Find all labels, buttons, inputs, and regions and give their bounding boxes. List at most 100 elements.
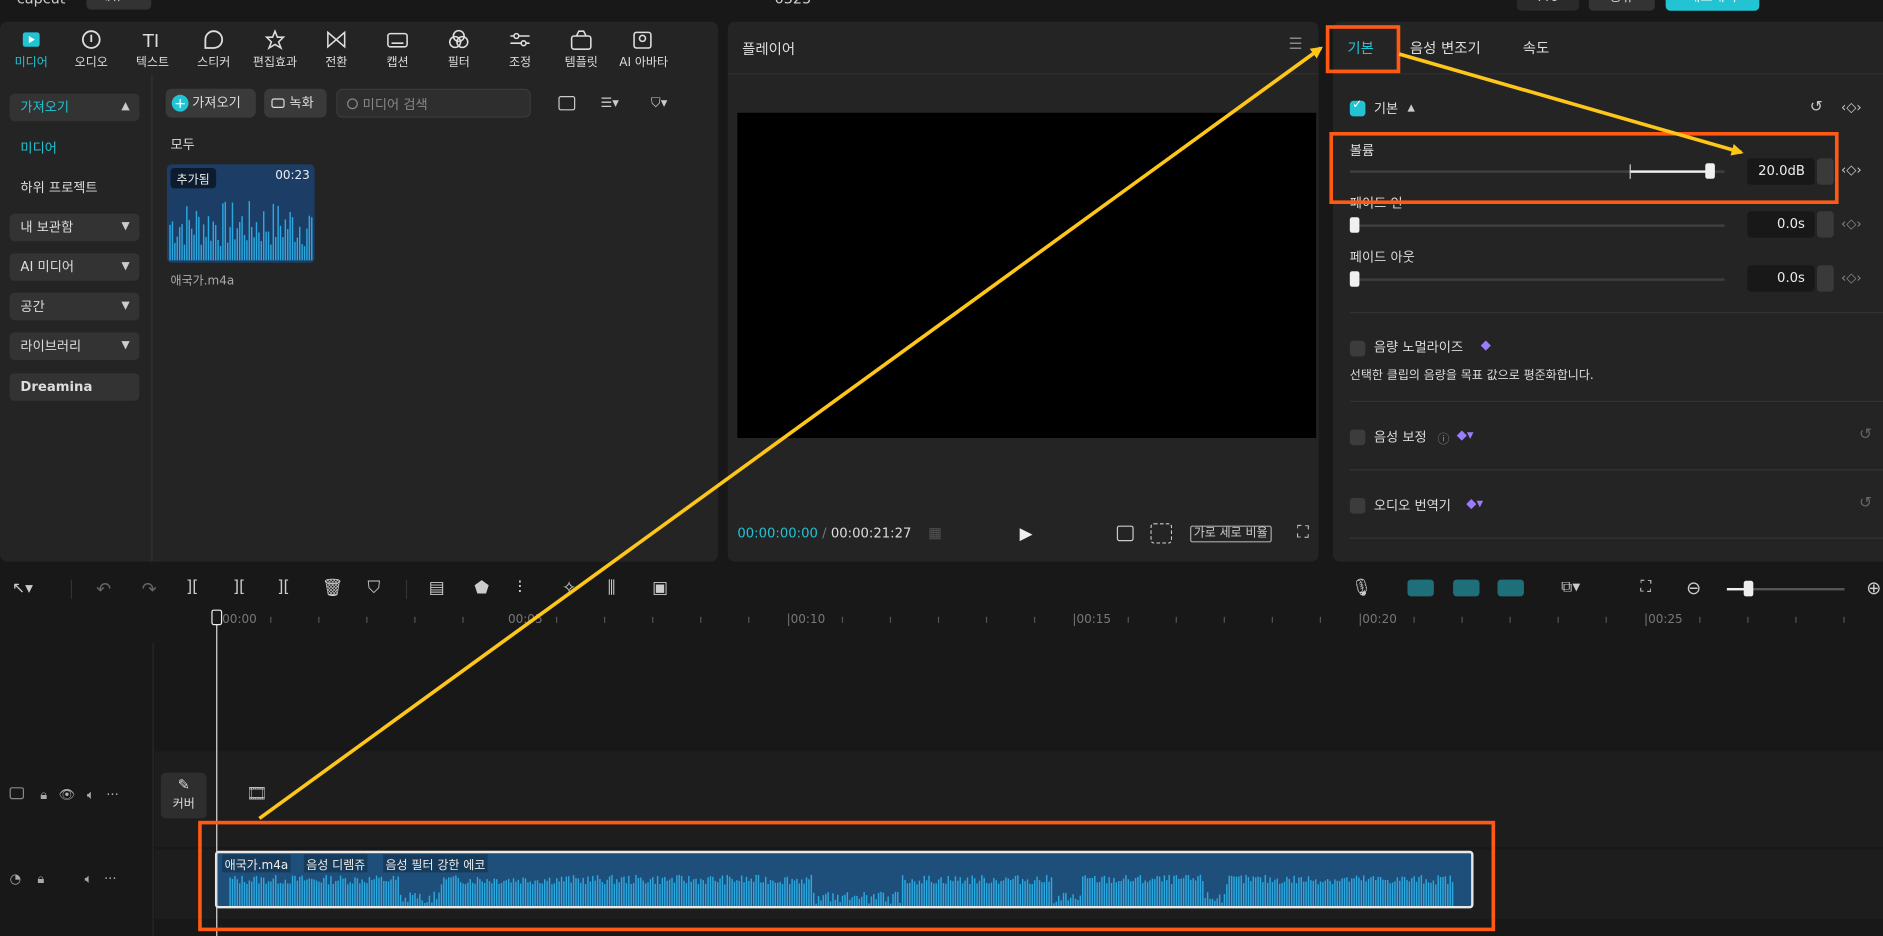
equalizer-icon[interactable]: ⫶ (518, 578, 522, 597)
fullscreen-icon[interactable]: ⛶ (1297, 523, 1309, 542)
media-thumbnail[interactable]: 추가됨 00:23 (166, 164, 315, 263)
audio-split-icon[interactable]: ⫼ (608, 578, 616, 597)
reset-icon[interactable]: ↺ (1810, 98, 1823, 116)
marker-icon[interactable]: ⬟ (474, 578, 489, 597)
fade-in-slider-track[interactable] (1349, 224, 1725, 227)
search-icon (347, 98, 358, 110)
help-icon[interactable]: ⓘ (1437, 428, 1449, 446)
fade-out-keyframe-icon[interactable]: ‹◇› (1841, 270, 1862, 286)
zoom-out-icon[interactable]: ⊖ (1686, 577, 1701, 599)
fade-in-keyframe-icon[interactable]: ‹◇› (1841, 216, 1862, 232)
fade-in-value-field[interactable]: 0.0s (1747, 211, 1815, 238)
preview-axis-icon[interactable]: ⧉▾ (1561, 578, 1580, 596)
sidebar-item-media[interactable]: 미디어 (20, 138, 56, 157)
audio-clip[interactable]: 애국가.m4a 음성 디렘쥬 음성 필터 강한 에코 (214, 850, 1474, 909)
ai-enhance-icon[interactable]: ✧ (562, 578, 576, 597)
sidebar-dreamina[interactable]: Dreamina (9, 373, 140, 401)
filter-all[interactable]: 모두 (171, 134, 195, 153)
search-input[interactable]: 미디어 검색 (336, 88, 531, 118)
tab-basic[interactable]: 기본 (1347, 37, 1374, 57)
sidebar-storage[interactable]: 내 보관함 ▼ (9, 213, 140, 242)
sort-icon[interactable]: ☰▾ (600, 95, 618, 111)
zoom-slider-knob[interactable] (1743, 580, 1754, 597)
microphone-icon[interactable]: 🎙 (1351, 578, 1372, 597)
speaker-icon[interactable]: 🔈︎ (85, 871, 93, 887)
play-icon[interactable]: ▶ (1020, 524, 1033, 543)
fit-timeline-icon[interactable]: ⛶ (1640, 578, 1651, 596)
tab-text[interactable]: TI 텍스트 (124, 29, 182, 70)
export-button[interactable]: 내보내기 (1665, 0, 1760, 11)
sidebar-import[interactable]: 가져오기 ▲ (9, 93, 140, 122)
player-menu-icon[interactable]: ☰ (1289, 36, 1303, 54)
magnet-main-icon[interactable] (1407, 579, 1434, 597)
tab-voice-changer[interactable]: 음성 변조기 (1410, 37, 1481, 57)
volume-stepper[interactable] (1816, 158, 1834, 185)
reset-icon[interactable]: ↺ (1859, 494, 1872, 512)
normalize-checkbox[interactable] (1349, 340, 1366, 357)
keyframe-icon[interactable]: ‹◇› (1841, 100, 1862, 116)
delete-icon[interactable]: 🗑 (322, 578, 343, 597)
tab-speed[interactable]: 속도 (1523, 37, 1550, 57)
fade-in-slider-knob[interactable] (1349, 217, 1360, 233)
volume-keyframe-icon[interactable]: ‹◇› (1841, 162, 1862, 178)
tab-adjust[interactable]: 조정 (491, 29, 549, 70)
sidebar-library[interactable]: 라이브러리 ▼ (9, 332, 140, 360)
lock-icon[interactable]: 🔒︎ (40, 787, 47, 803)
eye-icon[interactable]: 👁︎ (59, 787, 76, 803)
pro-button[interactable]: Pro (1516, 0, 1580, 11)
tab-audio[interactable]: 오디오 (62, 29, 120, 70)
tab-template[interactable]: 템플릿 (552, 29, 610, 70)
tab-media[interactable]: 미디어 (2, 29, 60, 70)
link-icon[interactable] (1497, 579, 1524, 597)
voice-enhance-checkbox[interactable] (1349, 429, 1366, 446)
speaker-icon[interactable]: 🔈︎ (87, 787, 95, 803)
fade-out-slider-knob[interactable] (1349, 271, 1360, 287)
record-button[interactable]: 녹화 (264, 88, 327, 118)
quality-icon[interactable] (1116, 525, 1134, 542)
fade-out-stepper[interactable] (1816, 265, 1834, 292)
select-tool-icon[interactable]: ↖▾ (12, 580, 33, 598)
lock-icon[interactable]: 🔒︎ (37, 871, 44, 887)
undo-icon[interactable]: ↶ (96, 578, 111, 600)
split-right-icon[interactable]: ][ (277, 578, 289, 596)
filter-icon[interactable]: ⛉▾ (651, 95, 668, 112)
auto-caption-icon[interactable]: ▤ (429, 578, 445, 597)
zoom-in-icon[interactable]: ⊕ (1866, 577, 1881, 599)
sidebar-item-subproject[interactable]: 하위 프로젝트 (20, 178, 97, 197)
sidebar-space[interactable]: 공간 ▼ (9, 292, 140, 321)
volume-slider-knob[interactable] (1704, 163, 1715, 179)
split-left-icon[interactable]: ][ (233, 578, 245, 596)
more-icon[interactable]: ··· (104, 871, 117, 887)
tab-ai-avatar[interactable]: AI 아바타 (615, 29, 673, 70)
basic-section-label[interactable]: 기본 (1374, 98, 1398, 117)
fade-out-slider-track[interactable] (1349, 278, 1725, 281)
tab-sticker[interactable]: 스티커 (185, 29, 243, 70)
cover-button[interactable]: ✎ 커버 (160, 772, 207, 819)
grid-view-icon[interactable] (558, 96, 576, 111)
playhead-handle[interactable] (211, 609, 223, 626)
shield-icon[interactable]: ⛉ (367, 578, 380, 597)
ruler-label: 00:00 (222, 613, 257, 627)
import-button[interactable]: + 가져오기 (165, 88, 256, 118)
filmstrip-icon[interactable]: ▦ (928, 524, 942, 541)
tab-effects[interactable]: 편집효과 (246, 29, 304, 70)
more-icon[interactable]: ··· (106, 787, 119, 803)
menu-button[interactable]: 메뉴 (86, 0, 152, 10)
tab-transition[interactable]: 전환 (307, 29, 365, 70)
tab-caption[interactable]: 캡션 (369, 29, 427, 70)
share-button[interactable]: 공유 (1588, 0, 1655, 11)
fade-out-value-field[interactable]: 0.0s (1747, 265, 1815, 292)
fade-in-stepper[interactable] (1816, 211, 1834, 238)
volume-value-field[interactable]: 20.0dB (1747, 158, 1815, 185)
redo-icon[interactable]: ↷ (142, 578, 157, 600)
tab-filter[interactable]: 필터 (430, 29, 488, 70)
sidebar-ai-media[interactable]: AI 미디어 ▼ (9, 253, 140, 281)
split-icon[interactable]: ][ (186, 578, 198, 596)
aspect-ratio-button[interactable]: 가로 세로 비율 (1190, 525, 1272, 543)
magnet-auto-icon[interactable] (1453, 579, 1480, 597)
caption-icon (387, 32, 408, 48)
audio-translate-checkbox[interactable] (1349, 498, 1366, 514)
image-edit-icon[interactable]: ▣ (652, 578, 668, 597)
reset-icon[interactable]: ↺ (1859, 426, 1872, 444)
zoom-fit-icon[interactable] (1150, 523, 1173, 544)
